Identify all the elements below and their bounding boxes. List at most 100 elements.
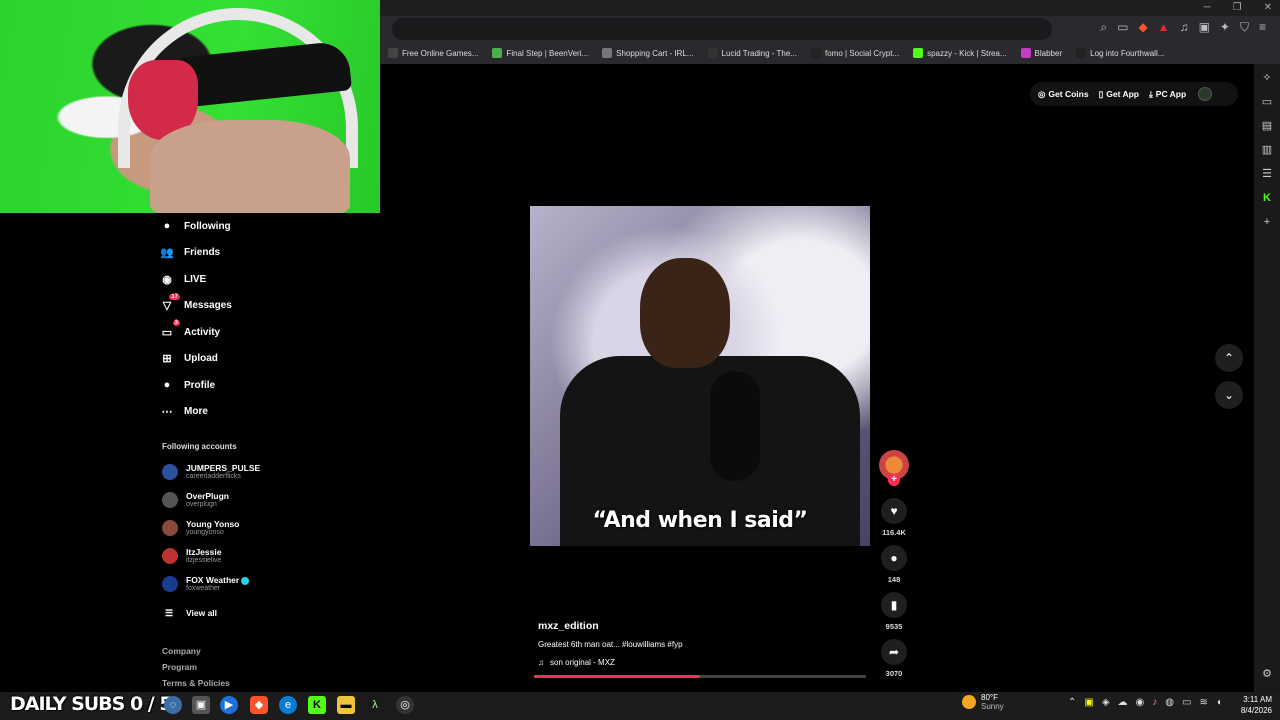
user-avatar[interactable] xyxy=(1198,87,1213,101)
previous-video-button[interactable]: ⌃ xyxy=(1215,344,1243,372)
video-music[interactable]: ♫ son original - MXZ xyxy=(538,658,615,667)
following-account-item[interactable]: ItzJessie itzjessielive xyxy=(162,547,221,564)
comment-count: 148 xyxy=(887,575,901,584)
sidebar-item-following[interactable]: ● Following xyxy=(160,219,231,233)
webcam-overlay xyxy=(0,0,380,213)
account-name: ItzJessie xyxy=(186,547,221,557)
get-coins-button[interactable]: ◎ Get Coins xyxy=(1038,89,1089,100)
close-icon[interactable]: ✕ xyxy=(1264,2,1272,13)
kick-app-icon[interactable]: K xyxy=(308,696,326,714)
sidebar-item-messages[interactable]: ▽ 17 Messages xyxy=(160,293,232,313)
bookmark-item[interactable]: Blabber xyxy=(1020,48,1062,58)
footer-company-link[interactable]: Company xyxy=(162,646,201,656)
tray-app-icon[interactable]: ▣ xyxy=(1084,697,1093,708)
reading-list-icon[interactable]: ☰ xyxy=(1259,166,1275,182)
globe-icon xyxy=(602,48,613,58)
profile-icon: ● xyxy=(163,379,171,391)
task-view-icon[interactable]: ▣ xyxy=(192,696,210,714)
next-video-button[interactable]: ⌄ xyxy=(1215,381,1243,409)
settings-icon[interactable]: ⚙ xyxy=(1259,666,1275,682)
bookmarks-side-icon[interactable]: ▥ xyxy=(1259,142,1275,158)
music-icon[interactable]: ♫ xyxy=(1180,20,1189,35)
sidebar-item-upload[interactable]: ⊞ Upload xyxy=(160,352,218,366)
save-count: 9535 xyxy=(885,622,903,631)
notification-badge: 3 xyxy=(172,320,180,326)
extensions-icon[interactable]: ✦ xyxy=(1220,20,1230,35)
view-all-button[interactable]: ☰ View all xyxy=(162,606,217,620)
volume-icon[interactable]: ◖ xyxy=(1216,697,1222,708)
wallet-icon[interactable]: ▣ xyxy=(1199,20,1210,35)
kick-icon xyxy=(913,48,924,58)
leo-ai-icon[interactable]: ✧ xyxy=(1259,70,1275,86)
steam-icon[interactable]: ◉ xyxy=(1136,697,1145,708)
mic-icon[interactable]: ♪ xyxy=(1152,697,1157,708)
bookmark-label: Log into Fourthwall... xyxy=(1090,48,1165,58)
bookmark-item[interactable]: Lucid Trading - The... xyxy=(707,48,797,58)
video-author[interactable]: mxz_edition xyxy=(538,620,599,632)
bookmark-item[interactable]: fomo | Social Crypt... xyxy=(811,48,899,58)
heart-icon[interactable]: ♥ xyxy=(881,498,907,524)
minimize-icon[interactable]: ─ xyxy=(1204,2,1211,13)
app-icon-lambda[interactable]: λ xyxy=(366,696,384,714)
globe-icon[interactable]: ◍ xyxy=(1165,697,1174,708)
brave-shield-icon[interactable]: ◆ xyxy=(1138,20,1147,35)
cast-icon[interactable]: ▭ xyxy=(1117,20,1128,35)
menu-icon[interactable]: ≡ xyxy=(1259,20,1266,35)
sidebar-item-friends[interactable]: 👥 Friends xyxy=(160,246,220,260)
sidebar-item-live[interactable]: ◉ LIVE xyxy=(160,272,206,286)
pc-app-button[interactable]: ⤓ PC App xyxy=(1149,89,1186,100)
following-account-item[interactable]: JUMPERS_PULSE careerladderflicks xyxy=(162,463,260,480)
tiktok-sidebar: ● Following 👥 Friends ◉ LIVE ▽ 17 Messages ▭ 3 Acti… xyxy=(148,213,278,693)
app-icon-1[interactable]: ◌ xyxy=(164,696,182,714)
sidebar-item-profile[interactable]: ● Profile xyxy=(160,378,215,392)
avatar xyxy=(162,547,178,564)
bookmark-item[interactable]: Final Step | BeenVeri... xyxy=(492,48,588,58)
rewards-icon[interactable]: ▲ xyxy=(1158,20,1170,35)
chevron-up-tray-icon[interactable]: ⌃ xyxy=(1068,697,1076,708)
url-field[interactable] xyxy=(392,18,1052,40)
restore-icon[interactable]: ❐ xyxy=(1233,2,1242,13)
chevron-down-icon: ⌄ xyxy=(1223,388,1235,402)
sidebar-item-activity[interactable]: ▭ 3 Activity xyxy=(160,320,220,339)
taskbar-clock[interactable]: 3:11 AM 8/4/2026 xyxy=(1228,694,1272,716)
like-action: ♥ 116.4K xyxy=(880,498,908,537)
cloud-icon[interactable]: ☁ xyxy=(1118,697,1128,708)
follow-plus-icon[interactable]: + xyxy=(888,474,900,486)
notification-badge: 17 xyxy=(169,293,180,300)
footer-terms-link[interactable]: Terms & Policies xyxy=(162,678,230,688)
bookmark-item[interactable]: spazzy - Kick | Strea... xyxy=(913,48,1007,58)
add-panel-icon[interactable]: + xyxy=(1259,214,1275,230)
following-account-item[interactable]: FOX Weather foxweather xyxy=(162,575,250,592)
clock-time: 3:11 AM xyxy=(1243,695,1272,704)
wallet-side-icon[interactable]: ▤ xyxy=(1259,118,1275,134)
bookmark-item[interactable]: Shopping Cart - IRL... xyxy=(602,48,694,58)
display-icon[interactable]: ▭ xyxy=(1182,697,1191,708)
search-icon[interactable]: ⌕ xyxy=(1100,20,1107,35)
share-icon[interactable]: ➦ xyxy=(881,639,907,665)
footer-program-link[interactable]: Program xyxy=(162,662,197,672)
bookmark-icon[interactable]: ▮ xyxy=(881,592,907,618)
weather-widget[interactable]: 80°F Sunny xyxy=(962,693,1004,711)
coin-icon: ◎ xyxy=(1038,88,1046,99)
wifi-icon[interactable]: ≋ xyxy=(1199,697,1207,708)
bookmark-item[interactable]: Log into Fourthwall... xyxy=(1076,48,1164,58)
following-account-item[interactable]: Young Yonso youngyonso xyxy=(162,519,239,536)
bookmark-item[interactable]: Free Online Games... xyxy=(388,48,478,58)
media-icon[interactable]: ▭ xyxy=(1259,94,1275,110)
music-note-icon: ♫ xyxy=(538,658,544,667)
file-explorer-icon[interactable]: ▬ xyxy=(337,696,355,714)
app-icon-blue[interactable]: ▶ xyxy=(220,696,238,714)
video-description: Greatest 6th man oat... #louwilliams #fy… xyxy=(538,640,683,649)
vpn-icon[interactable]: ⛉ xyxy=(1240,20,1249,35)
app-icon-active[interactable]: ◎ xyxy=(396,696,414,714)
edge-browser-icon[interactable]: e xyxy=(279,696,297,714)
following-account-item[interactable]: OverPlugn overplugn xyxy=(162,491,229,508)
kick-side-icon[interactable]: K xyxy=(1259,190,1275,206)
network-app-icon[interactable]: ◈ xyxy=(1102,697,1110,708)
video-player[interactable]: “And when I said” xyxy=(530,206,870,546)
get-app-button[interactable]: ▯ Get App xyxy=(1099,89,1139,100)
brave-browser-icon[interactable]: ◆ xyxy=(250,696,268,714)
comment-icon[interactable]: ● xyxy=(881,545,907,571)
sidebar-item-more[interactable]: ⋯ More xyxy=(160,405,208,419)
sidebar-item-label: Following xyxy=(184,220,231,232)
